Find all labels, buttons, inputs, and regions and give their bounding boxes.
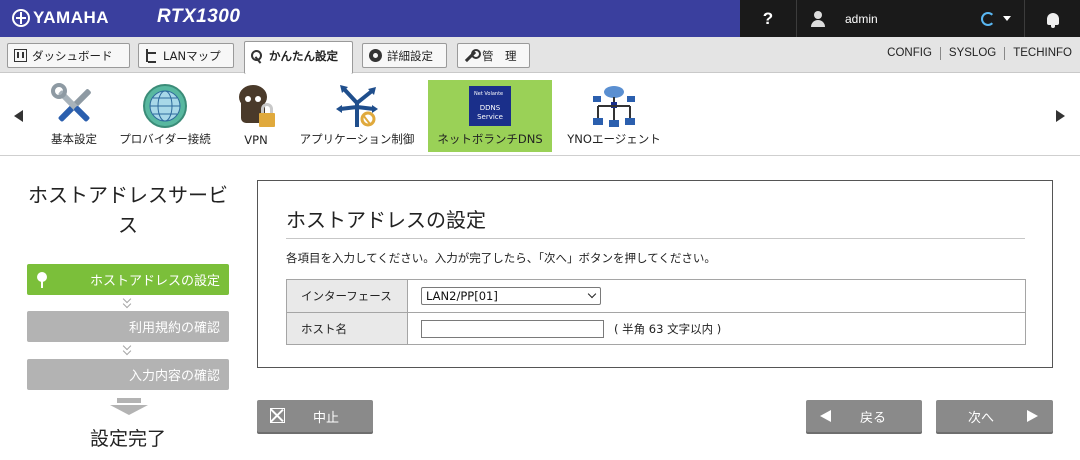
settings-form-table: インターフェース LAN2/PP[01] ホスト名 ( 半角 63 文字以内 ) (286, 279, 1026, 345)
feature-icon-bar: 基本設定 プロバイダー接続 VPN アプリケーション制御 Net Volante… (0, 74, 1080, 156)
tab-label: 管 理 (482, 48, 517, 63)
cancel-button[interactable]: 中止 (257, 400, 373, 432)
step-host-address-setting: ホストアドレスの設定 (27, 264, 229, 295)
bell-icon (1046, 12, 1059, 28)
brand-name: YAMAHA (33, 8, 110, 27)
step-label: 入力内容の確認 (128, 369, 220, 384)
close-icon (270, 408, 285, 423)
app-control-icon (336, 84, 378, 127)
page-title: ホストアドレスの設定 (286, 208, 486, 232)
network-icon (593, 85, 635, 127)
tab-advanced-settings[interactable]: 詳細設定 (362, 43, 447, 68)
feature-label: VPN (244, 133, 268, 147)
ddns-icon: Net Volante DDNS Service (469, 85, 511, 126)
feature-label: YNOエージェント (567, 132, 661, 146)
user-name: admin (845, 11, 878, 26)
tab-label: ダッシュボード (32, 48, 113, 63)
top-bar: YAMAHA RTX1300 ? admin (0, 0, 1080, 37)
wizard-title: ホストアドレスサービス (28, 183, 228, 237)
user-icon (811, 10, 825, 27)
back-button[interactable]: 戻る (806, 400, 922, 432)
step-label: 利用規約の確認 (128, 321, 220, 336)
step-input-confirmation: 入力内容の確認 (27, 359, 229, 390)
tab-label: かんたん設定 (269, 49, 338, 63)
yamaha-tuning-fork-icon (12, 9, 30, 27)
instructions-text: 各項目を入力してください。入力が完了したら、「次へ」ボタンを押してください。 (286, 251, 716, 265)
feature-label: ネットボランチDNS (437, 132, 543, 146)
help-button[interactable]: ? (740, 0, 796, 37)
tab-lan-map[interactable]: LANマップ (138, 43, 234, 68)
step-label: ホストアドレスの設定 (89, 274, 220, 289)
scroll-right-arrow-icon[interactable] (1056, 110, 1065, 122)
step-terms-confirmation: 利用規約の確認 (27, 311, 229, 342)
ddns-icon-text: DDNS (480, 104, 501, 112)
lightbulb-icon (37, 272, 47, 288)
divider (286, 238, 1025, 239)
user-menu[interactable]: admin (797, 0, 947, 37)
feature-application-control[interactable]: アプリケーション制御 (296, 80, 418, 152)
hostname-hint: ( 半角 63 文字以内 ) (614, 321, 722, 336)
tab-management[interactable]: 管 理 (457, 43, 530, 68)
next-button[interactable]: 次へ (936, 400, 1053, 432)
key-icon (251, 49, 264, 63)
feature-yno-agent[interactable]: YNOエージェント (562, 80, 666, 152)
tools-icon (51, 82, 91, 121)
feature-vpn[interactable]: VPN (228, 80, 284, 152)
tab-easy-setup[interactable]: かんたん設定 (244, 41, 353, 74)
top-links: CONFIG SYSLOG TECHINFO (879, 47, 1080, 60)
model-name: RTX1300 (157, 6, 241, 27)
button-label: 次へ (968, 410, 995, 426)
globe-icon (143, 83, 187, 128)
feature-netvolante-dns[interactable]: Net Volante DDNS Service ネットボランチDNS (428, 80, 552, 152)
chevron-down-icon (122, 341, 133, 357)
gear-icon (369, 49, 382, 62)
tab-dashboard[interactable]: ダッシュボード (7, 43, 130, 68)
interface-select[interactable]: LAN2/PP[01] (421, 287, 601, 305)
dashboard-icon (14, 49, 27, 62)
main-tab-bar: ダッシュボード LANマップ かんたん設定 詳細設定 管 理 CONFIG SY… (0, 37, 1080, 74)
techinfo-link[interactable]: TECHINFO (1004, 47, 1080, 60)
chevron-down-icon (122, 294, 133, 310)
hostname-cell: ( 半角 63 文字以内 ) (408, 313, 1025, 344)
syslog-link[interactable]: SYSLOG (939, 47, 1004, 60)
hostname-label: ホスト名 (287, 313, 408, 344)
status-dropdown[interactable] (968, 0, 1024, 37)
arrow-right-icon (1027, 410, 1038, 422)
feature-basic-settings[interactable]: 基本設定 (42, 80, 106, 152)
ddns-icon-text: Service (477, 113, 503, 121)
feature-label: 基本設定 (51, 132, 97, 146)
scroll-left-arrow-icon[interactable] (14, 110, 23, 122)
tab-label: 詳細設定 (387, 48, 433, 63)
hostname-input[interactable] (421, 319, 604, 338)
lan-map-icon (145, 49, 158, 63)
table-row: インターフェース LAN2/PP[01] (287, 280, 1025, 312)
step-complete-label: 設定完了 (89, 428, 166, 450)
feature-label: アプリケーション制御 (299, 132, 415, 146)
interface-cell: LAN2/PP[01] (408, 280, 1025, 312)
settings-panel: ホストアドレスの設定 各項目を入力してください。入力が完了したら、「次へ」ボタン… (257, 180, 1053, 368)
caret-down-icon (1003, 16, 1011, 21)
top-right-area: ? admin (740, 0, 1080, 37)
loading-spinner-icon (981, 11, 995, 26)
yamaha-logo[interactable]: YAMAHA (12, 8, 109, 28)
tab-label: LANマップ (163, 48, 221, 63)
notification-button[interactable] (1025, 0, 1080, 37)
ddns-icon-text: Net Volante (474, 91, 503, 97)
arrow-down-icon (110, 398, 148, 416)
interface-label: インターフェース (287, 280, 408, 312)
feature-label: プロバイダー接続 (119, 132, 211, 146)
table-row: ホスト名 ( 半角 63 文字以内 ) (287, 312, 1025, 344)
button-label: 戻る (860, 410, 887, 426)
feature-provider-connection[interactable]: プロバイダー接続 (115, 80, 215, 152)
wrench-icon (464, 49, 481, 62)
button-label: 中止 (313, 410, 340, 426)
config-link[interactable]: CONFIG (879, 47, 940, 60)
vpn-lock-icon (239, 84, 275, 127)
arrow-left-icon (820, 410, 831, 422)
